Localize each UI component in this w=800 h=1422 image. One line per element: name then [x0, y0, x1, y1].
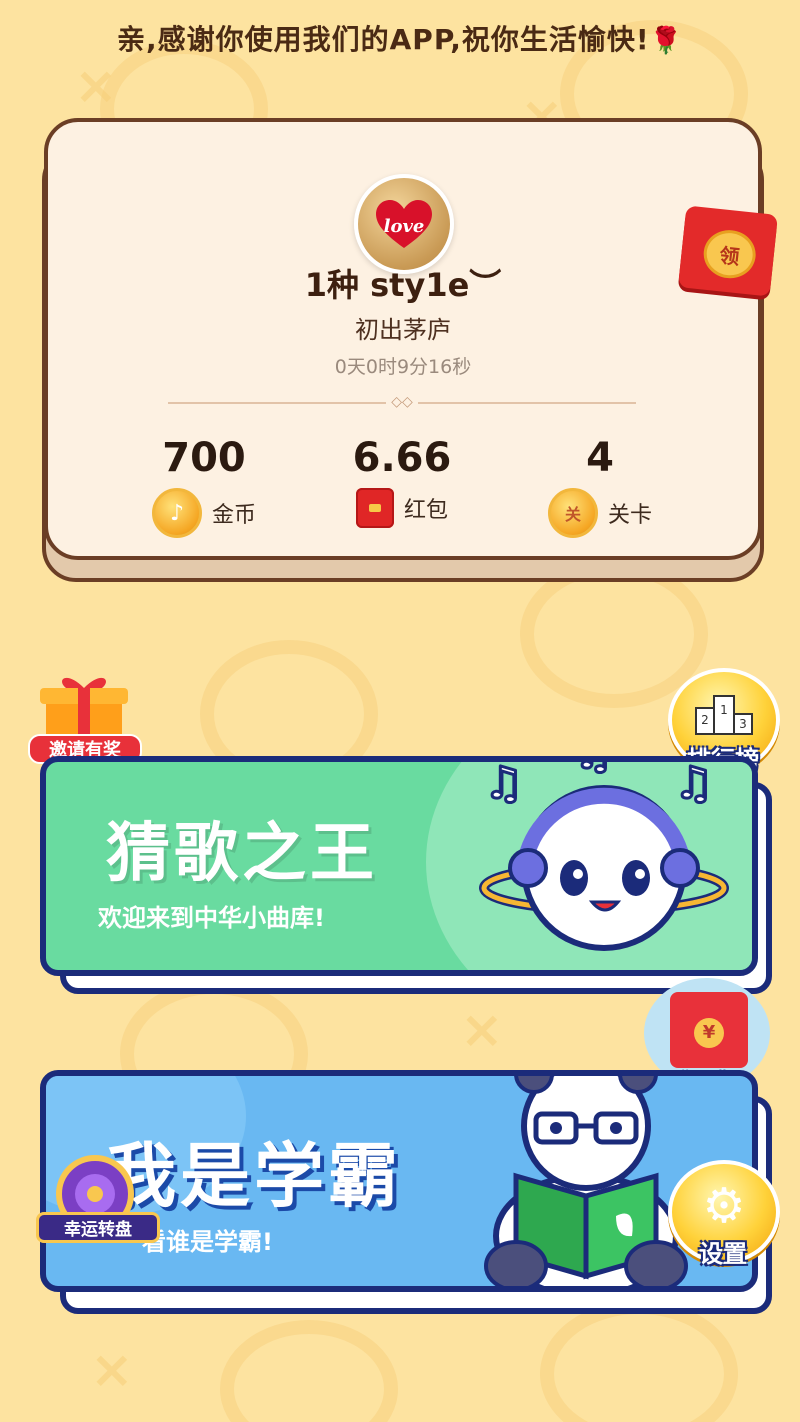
podium-icon: 1 2 3 [695, 695, 753, 735]
settings-button[interactable]: ⚙ 设置 [662, 1160, 782, 1268]
play-time: 0天0时9分16秒 [334, 356, 472, 378]
stat-coins[interactable]: 700 ♪ 金币 [104, 432, 304, 538]
coins-label: 金币 [211, 503, 256, 528]
claim-label: 领 [701, 227, 759, 281]
levels-label: 关卡 [607, 503, 652, 528]
divider-ornament-icon: ◇◇ [386, 393, 418, 411]
lucky-wheel-button[interactable]: 幸运转盘 [36, 1154, 160, 1246]
profile-card: love 1种 sty1e︶ 初出茅庐 0天0时9分16秒 ◇◇ 700 ♪ 金… [44, 118, 762, 560]
red-envelope-value: 6.66 [352, 435, 452, 481]
gear-icon: ⚙ [702, 1178, 746, 1234]
svg-text:1: 1 [720, 703, 728, 717]
red-envelope-label: 红包 [403, 498, 448, 523]
svg-text:♫: ♫ [484, 758, 523, 809]
greeting-banner: 亲,感谢你使用我们的APP,祝你生活愉快!🌹 [0, 18, 800, 58]
lucky-wheel-label: 幸运转盘 [36, 1212, 160, 1243]
game-card-guess-song[interactable]: 猜歌之王 欢迎来到中华小曲库! ♫ ♫ ♫ [40, 756, 758, 976]
coins-value: 700 [162, 435, 246, 481]
svg-text:3: 3 [739, 717, 747, 731]
rose-icon: 🌹 [649, 26, 683, 56]
svg-text:♫: ♫ [574, 756, 613, 779]
game-title: 猜歌之王 [106, 817, 378, 891]
player-rank: 初出茅庐 [355, 316, 451, 344]
level-coin-icon: 关 [547, 488, 598, 538]
greeting-text: 亲,感谢你使用我们的APP,祝你生活愉快! [117, 23, 650, 56]
music-coin-icon: ♪ [151, 488, 202, 538]
game-subtitle: 欢迎来到中华小曲库! [98, 904, 325, 932]
red-envelope-icon [355, 488, 394, 528]
game-subtitle: 看谁是学霸! [142, 1228, 273, 1256]
levels-value: 4 [586, 435, 614, 481]
panda-headphones-icon: ♫ ♫ ♫ [479, 756, 729, 951]
settings-label: 设置 [699, 1240, 747, 1268]
svg-text:♫: ♫ [674, 758, 713, 809]
red-envelope-icon: ¥ [670, 992, 748, 1068]
stat-levels[interactable]: 4 关 关卡 [500, 432, 700, 538]
avatar[interactable]: love [354, 174, 454, 274]
nickname: 1种 sty1e︶ [304, 266, 502, 304]
avatar-caption: love [383, 216, 425, 237]
svg-text:2: 2 [701, 713, 709, 727]
claim-red-envelope-button[interactable]: 领 [677, 205, 779, 297]
invite-reward-button[interactable]: 邀请有奖 [28, 672, 142, 764]
stat-red-envelope[interactable]: 6.66 红包 [302, 432, 502, 528]
